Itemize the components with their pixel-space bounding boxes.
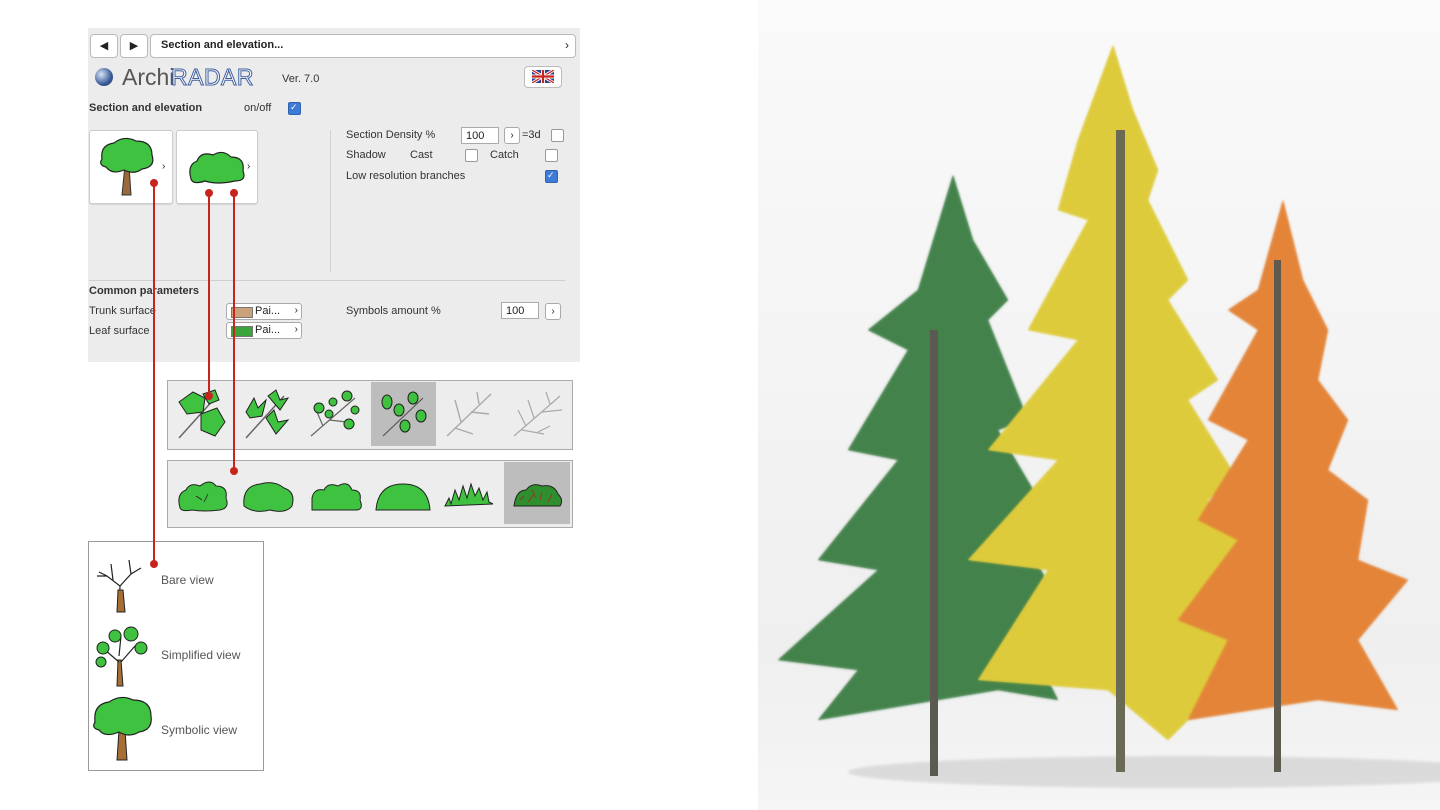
globe-logo-icon: [95, 68, 113, 86]
view-label-simplified: Simplified view: [161, 648, 241, 662]
symbolic-tree-icon: [100, 137, 154, 196]
density-arrow-button[interactable]: ›: [504, 127, 520, 144]
trunk-surface-label: Trunk surface: [89, 305, 156, 317]
bare-tree-icon: [97, 559, 142, 613]
connector-dot: [230, 189, 238, 197]
forward-button[interactable]: ▶: [120, 34, 148, 58]
chevron-right-icon: ›: [565, 38, 569, 52]
chevron-right-icon: ›: [247, 161, 251, 172]
leaf-surface-label: Leaf surface: [89, 325, 150, 337]
connector-dot: [205, 392, 213, 400]
leaf-surface-picker[interactable]: Pai... ›: [226, 322, 302, 339]
canopy-option-bumpy[interactable]: [308, 478, 366, 514]
connector-dot: [230, 467, 238, 475]
leaf-style-option-large[interactable]: [175, 388, 227, 440]
connector-line: [233, 193, 235, 471]
cast-checkbox[interactable]: [465, 149, 478, 162]
version-label: Ver. 7.0: [282, 73, 320, 85]
density-input[interactable]: 100: [461, 127, 499, 144]
leaf-style-option-twigs[interactable]: [510, 390, 566, 440]
view-label-bare: Bare view: [161, 573, 214, 587]
symbols-amount-input[interactable]: 100: [501, 302, 539, 319]
common-title: Common parameters: [89, 285, 200, 297]
eq3d-label: =3d: [522, 129, 541, 141]
logo-radar: RADAR: [170, 64, 255, 91]
symbols-amount-label: Symbols amount %: [346, 305, 441, 317]
tree-render-preview: [758, 0, 1440, 810]
chevron-right-icon: ›: [294, 305, 298, 316]
connector-dot: [205, 189, 213, 197]
canopy-option-cloud[interactable]: [176, 478, 230, 514]
connector-dot: [150, 560, 158, 568]
leaf-style-option-medium[interactable]: [377, 388, 431, 440]
logo-archi: Archi: [122, 64, 175, 90]
connector-line: [153, 183, 155, 564]
canopy-option-grassy[interactable]: [443, 478, 495, 510]
path-selector[interactable]: Section and elevation... ›: [150, 34, 576, 58]
eq3d-checkbox[interactable]: [551, 129, 564, 142]
trunk-surface-value: Pai...: [255, 305, 281, 317]
leaf-style-option-bare[interactable]: [443, 390, 497, 440]
leaf-style-option-spiky[interactable]: [240, 388, 292, 440]
canopy-icon: [189, 151, 245, 184]
cast-label: Cast: [410, 149, 433, 161]
chevron-right-icon: ›: [294, 324, 298, 335]
simplified-tree-icon: [95, 626, 148, 687]
conifer-trees-illustration: [778, 45, 1440, 788]
canopy-option-dome[interactable]: [374, 478, 432, 514]
lowres-checkbox[interactable]: [545, 170, 558, 183]
views-panel: Bare view Simplified view Symbolic view: [88, 541, 264, 771]
path-title: Section and elevation...: [161, 39, 284, 51]
tree-type-tile[interactable]: ›: [89, 130, 173, 204]
onoff-checkbox[interactable]: [288, 102, 301, 115]
canopy-option-rounded[interactable]: [240, 478, 296, 514]
catch-label: Catch: [490, 149, 519, 161]
symbolic-view-tree-icon: [93, 696, 152, 761]
leaf-surface-value: Pai...: [255, 324, 281, 336]
catch-checkbox[interactable]: [545, 149, 558, 162]
connector-dot: [150, 179, 158, 187]
leaf-style-option-small[interactable]: [307, 388, 363, 440]
divider: [89, 280, 565, 281]
section-title: Section and elevation: [89, 102, 203, 114]
symbols-arrow-button[interactable]: ›: [545, 303, 561, 320]
trunk-surface-picker[interactable]: Pai... ›: [226, 303, 302, 320]
chevron-right-icon: ›: [162, 161, 166, 172]
language-button[interactable]: [524, 66, 562, 88]
uk-flag-icon: [532, 70, 554, 83]
back-button[interactable]: ◀: [90, 34, 118, 58]
view-label-symbolic: Symbolic view: [161, 723, 238, 737]
canopy-type-tile[interactable]: ›: [176, 130, 258, 204]
onoff-label: on/off: [244, 102, 272, 114]
canopy-option-dense[interactable]: [512, 478, 564, 510]
connector-line: [208, 193, 210, 396]
lowres-label: Low resolution branches: [346, 170, 466, 182]
divider: [330, 130, 331, 272]
density-label: Section Density %: [346, 129, 436, 141]
shadow-label: Shadow: [346, 149, 386, 161]
